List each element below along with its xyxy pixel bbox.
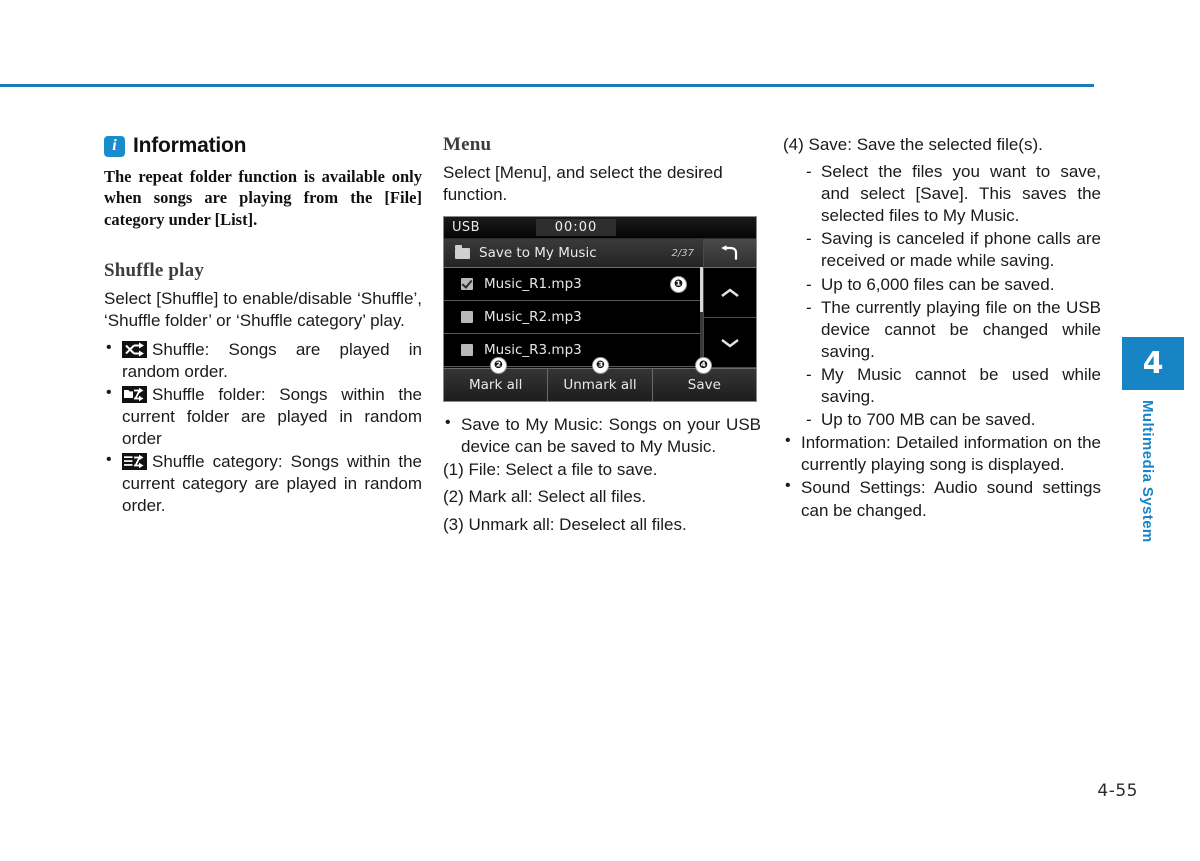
information-body: The repeat folder function is available …: [104, 167, 422, 229]
back-arrow-icon: [719, 245, 741, 261]
mark-all-button[interactable]: Mark all: [444, 369, 549, 402]
shuffle-icon: [122, 340, 147, 358]
scroll-down-button[interactable]: [704, 318, 756, 369]
numbered-item-3: (3) Unmark all: Deselect all files.: [443, 514, 687, 534]
left-column: i Information The repeat folder function…: [104, 134, 422, 518]
save-sub-list: Select the files you want to save, and s…: [783, 161, 1101, 431]
list-item: My Music cannot be used while saving.: [803, 364, 1101, 408]
list-item: Save to My Music: Songs on your USB devi…: [443, 413, 761, 458]
unmark-all-label: Unmark all: [563, 377, 637, 394]
chapter-label: Multimedia System: [1139, 400, 1156, 543]
file-name: Music_R1.mp3: [484, 276, 582, 293]
device-footer: Mark all Unmark all Save: [444, 368, 756, 402]
file-name: Music_R3.mp3: [484, 342, 582, 359]
list-title: Save to My Music: [479, 245, 597, 262]
scrollbar[interactable]: [700, 267, 703, 369]
shuffle-play-intro: Select [Shuffle] to enable/disable ‘Shuf…: [104, 289, 422, 331]
list-item: Saving is canceled if phone calls are re…: [803, 228, 1101, 272]
menu-feature-list-right: Information: Detailed information on the…: [783, 431, 1101, 521]
list-item: Up to 6,000 files can be saved.: [803, 274, 1101, 296]
device-screenshot: USB 00:00 Save to My Music 2/37 Music_R1…: [443, 216, 757, 403]
chapter-number: 4: [1142, 345, 1164, 381]
checkbox-icon[interactable]: [461, 311, 473, 324]
mark-all-label: Mark all: [468, 377, 523, 394]
list-item-label: Shuffle category: Songs within the curre…: [122, 451, 422, 516]
list-item: Sound Settings: Audio sound settings can…: [783, 476, 1101, 521]
middle-column: Menu Select [Menu], and select the desir…: [443, 134, 761, 541]
list-item-label: Shuffle: Songs are played in random orde…: [122, 339, 422, 381]
menu-feature-list: Save to My Music: Songs on your USB devi…: [443, 413, 761, 458]
shuffle-category-icon: [122, 452, 147, 470]
scroll-up-button[interactable]: [704, 268, 756, 319]
numbered-item-1: (1) File: Select a file to save.: [443, 460, 658, 480]
list-item: Shuffle folder: Songs within the current…: [104, 383, 422, 450]
page-number: 4-55: [1097, 781, 1138, 801]
side-button-column: [703, 239, 756, 369]
source-label: USB: [452, 220, 480, 236]
shuffle-mode-list: Shuffle: Songs are played in random orde…: [104, 337, 422, 518]
list-item: Select the files you want to save, and s…: [803, 161, 1101, 227]
save-button[interactable]: Save: [652, 369, 756, 402]
list-item: Shuffle category: Songs within the curre…: [104, 450, 422, 517]
chevron-up-icon: [719, 286, 741, 300]
list-item: Up to 700 MB can be saved.: [803, 409, 1101, 431]
menu-intro: Select [Menu], and select the desired fu…: [443, 163, 723, 205]
chapter-tab: 4: [1122, 337, 1184, 390]
back-button[interactable]: [704, 239, 756, 269]
shuffle-play-heading: Shuffle play: [104, 260, 205, 282]
information-header: i Information: [104, 134, 422, 158]
checkbox-icon[interactable]: [461, 344, 473, 357]
list-title-row: Save to My Music 2/37: [444, 239, 703, 269]
menu-heading: Menu: [443, 134, 492, 155]
save-label: Save: [687, 377, 721, 394]
clock-display: 00:00: [536, 219, 616, 237]
file-name: Music_R2.mp3: [484, 309, 582, 326]
chevron-down-icon: [719, 336, 741, 350]
numbered-item-2: (2) Mark all: Select all files.: [443, 487, 647, 507]
numbered-item-4: (4) Save: Save the selected file(s).: [783, 135, 1043, 154]
right-column: (4) Save: Save the selected file(s). Sel…: [783, 134, 1101, 523]
list-item: Information: Detailed information on the…: [783, 431, 1101, 476]
checkbox-checked-icon[interactable]: [461, 278, 473, 291]
information-title: Information: [133, 134, 247, 157]
device-body: Save to My Music 2/37 Music_R1.mp3 Music…: [444, 239, 756, 369]
table-row[interactable]: Music_R1.mp3: [444, 268, 703, 302]
list-item: Shuffle: Songs are played in random orde…: [104, 337, 422, 383]
device-status-bar: USB 00:00: [444, 217, 756, 240]
folder-icon: [455, 244, 470, 259]
header-rule: [0, 84, 1094, 87]
table-row[interactable]: Music_R2.mp3: [444, 301, 703, 335]
table-row[interactable]: Music_R3.mp3: [444, 334, 703, 368]
scrollbar-thumb[interactable]: [700, 267, 703, 313]
file-list: Save to My Music 2/37 Music_R1.mp3 Music…: [444, 239, 703, 369]
info-icon: i: [104, 135, 125, 157]
unmark-all-button[interactable]: Unmark all: [548, 369, 653, 402]
item-count: 2/37: [671, 247, 694, 259]
list-item-label: Shuffle folder: Songs within the current…: [122, 384, 422, 448]
list-item: The currently playing file on the USB de…: [803, 297, 1101, 363]
shuffle-folder-icon: [122, 385, 147, 403]
